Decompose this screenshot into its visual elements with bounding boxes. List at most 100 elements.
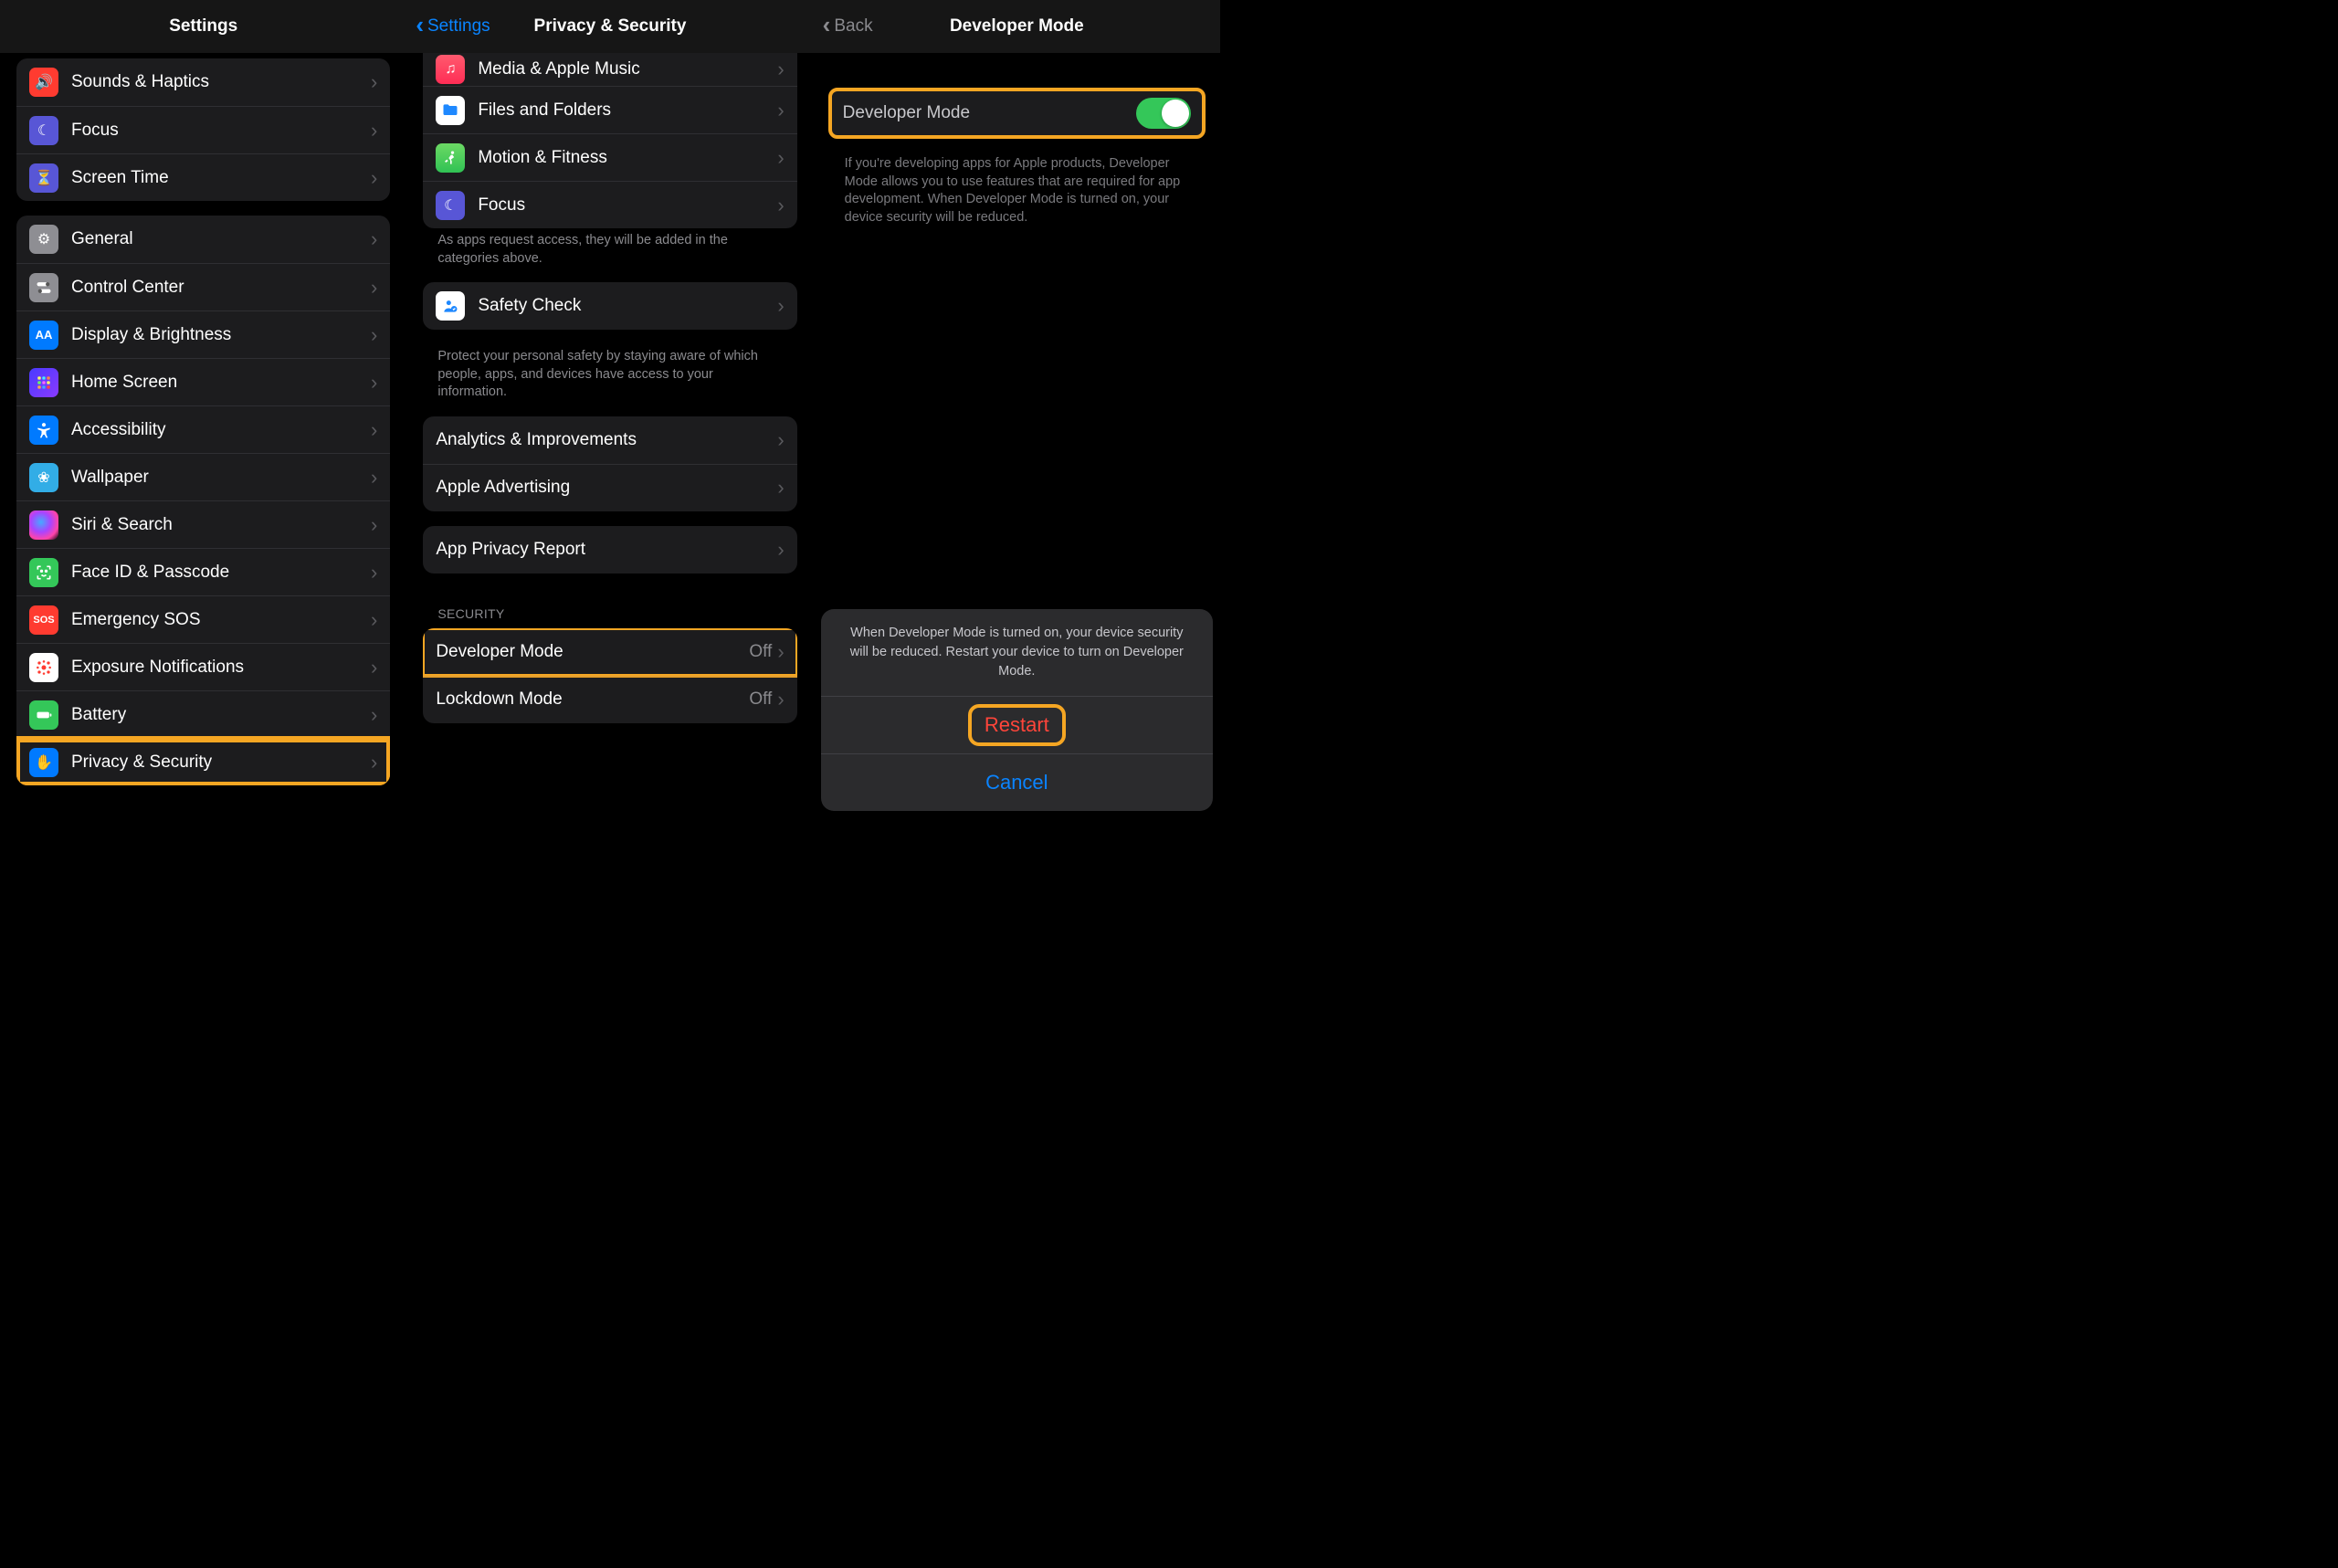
folder-icon — [436, 96, 465, 125]
devmode-toggle-group: Developer Mode — [830, 89, 1204, 137]
row-accessibility[interactable]: Accessibility › — [16, 405, 390, 453]
label-general: General — [71, 229, 371, 249]
chevron-right-icon: › — [371, 466, 377, 489]
privacy-scroll[interactable]: ♫ Media & Apple Music › Files and Folder… — [406, 53, 813, 818]
row-screen-time[interactable]: ⏳ Screen Time › — [16, 153, 390, 201]
row-motion-fitness[interactable]: Motion & Fitness › — [423, 133, 796, 181]
chevron-right-icon: › — [371, 70, 377, 94]
row-wallpaper[interactable]: ❀ Wallpaper › — [16, 453, 390, 500]
row-display-brightness[interactable]: AA Display & Brightness › — [16, 310, 390, 358]
privacy-group-analytics: Analytics & Improvements › Apple Adverti… — [423, 416, 796, 511]
label-screen-time: Screen Time — [71, 168, 371, 188]
chevron-right-icon: › — [371, 276, 377, 300]
detail-developer-mode: Off — [749, 642, 772, 662]
privacy-group-access: ♫ Media & Apple Music › Files and Folder… — [423, 53, 796, 228]
privacy-group-safety: Safety Check › — [423, 282, 796, 330]
row-general[interactable]: ⚙ General › — [16, 216, 390, 263]
back-button[interactable]: ‹ Back — [823, 15, 873, 38]
speaker-icon: 🔊 — [29, 68, 58, 97]
moon-icon: ☾ — [29, 116, 58, 145]
siri-icon — [29, 510, 58, 540]
safety-footer: Protect your personal safety by staying … — [406, 344, 813, 402]
restart-sheet-backdrop: When Developer Mode is turned on, your d… — [814, 602, 1220, 818]
row-home-screen[interactable]: Home Screen › — [16, 358, 390, 405]
label-developer-mode: Developer Mode — [436, 642, 749, 662]
row-focus-privacy[interactable]: ☾ Focus › — [423, 181, 796, 228]
row-apple-advertising[interactable]: Apple Advertising › — [423, 464, 796, 511]
settings-group-main: ⚙ General › Control Center › AA Display … — [16, 216, 390, 785]
moon-icon: ☾ — [436, 191, 465, 220]
label-control-center: Control Center — [71, 278, 371, 298]
nav-title-settings: Settings — [169, 16, 237, 37]
switches-icon — [29, 273, 58, 302]
label-focus2: Focus — [478, 195, 777, 216]
chevron-left-icon: ‹ — [416, 13, 424, 37]
row-focus[interactable]: ☾ Focus › — [16, 106, 390, 153]
label-focus: Focus — [71, 121, 371, 141]
chevron-right-icon: › — [371, 703, 377, 727]
label-faceid: Face ID & Passcode — [71, 563, 371, 583]
chevron-right-icon: › — [777, 146, 784, 170]
label-report: App Privacy Report — [436, 540, 777, 560]
privacy-group-security: Developer Mode Off › Lockdown Mode Off › — [423, 628, 796, 723]
row-developer-mode[interactable]: Developer Mode Off › — [423, 628, 796, 676]
label-analytics: Analytics & Improvements — [436, 430, 777, 450]
label-lockdown: Lockdown Mode — [436, 689, 749, 710]
label-privacy: Privacy & Security — [71, 752, 371, 773]
flower-icon: ❀ — [29, 463, 58, 492]
label-home-screen: Home Screen — [71, 373, 371, 393]
row-exposure-notifications[interactable]: Exposure Notifications › — [16, 643, 390, 690]
nav-title-devmode: Developer Mode — [950, 16, 1084, 37]
row-control-center[interactable]: Control Center › — [16, 263, 390, 310]
label-display: Display & Brightness — [71, 325, 371, 345]
settings-group-top: 🔊 Sounds & Haptics › ☾ Focus › ⏳ Screen … — [16, 58, 390, 201]
label-devmode-toggle: Developer Mode — [843, 103, 1136, 123]
chevron-right-icon: › — [371, 608, 377, 632]
row-emergency-sos[interactable]: SOS Emergency SOS › — [16, 595, 390, 643]
nav-bar-settings: Settings — [0, 0, 406, 53]
chevron-right-icon: › — [777, 58, 784, 81]
nav-title-privacy: Privacy & Security — [534, 16, 687, 37]
cancel-button[interactable]: Cancel — [821, 753, 1213, 811]
accessibility-icon — [29, 416, 58, 445]
label-safety: Safety Check — [478, 296, 777, 316]
label-wallpaper: Wallpaper — [71, 468, 371, 488]
row-siri-search[interactable]: Siri & Search › — [16, 500, 390, 548]
row-battery[interactable]: Battery › — [16, 690, 390, 738]
chevron-left-icon: ‹ — [823, 13, 831, 37]
access-footer: As apps request access, they will be add… — [406, 228, 813, 268]
restart-label: Restart — [977, 713, 1057, 737]
label-sos: Emergency SOS — [71, 610, 371, 630]
row-app-privacy-report[interactable]: App Privacy Report › — [423, 526, 796, 574]
chevron-right-icon: › — [371, 371, 377, 395]
restart-button[interactable]: Restart — [821, 696, 1213, 753]
grid-icon — [29, 368, 58, 397]
gear-icon: ⚙ — [29, 225, 58, 254]
back-label: Settings — [427, 16, 490, 37]
row-face-id[interactable]: Face ID & Passcode › — [16, 548, 390, 595]
row-files-folders[interactable]: Files and Folders › — [423, 86, 796, 133]
chevron-right-icon: › — [777, 428, 784, 452]
row-privacy-security[interactable]: ✋ Privacy & Security › — [16, 738, 390, 785]
back-label: Back — [834, 16, 872, 37]
label-files: Files and Folders — [478, 100, 777, 121]
hourglass-icon: ⏳ — [29, 163, 58, 193]
person-check-icon — [436, 291, 465, 321]
restart-sheet: When Developer Mode is turned on, your d… — [821, 609, 1213, 811]
chevron-right-icon: › — [371, 751, 377, 774]
row-analytics[interactable]: Analytics & Improvements › — [423, 416, 796, 464]
settings-scroll[interactable]: 🔊 Sounds & Haptics › ☾ Focus › ⏳ Screen … — [0, 53, 406, 818]
row-safety-check[interactable]: Safety Check › — [423, 282, 796, 330]
back-to-settings-button[interactable]: ‹ Settings — [416, 15, 490, 38]
row-media-apple-music[interactable]: ♫ Media & Apple Music › — [423, 53, 796, 86]
devmode-scroll[interactable]: Developer Mode If you're developing apps… — [814, 53, 1220, 818]
chevron-right-icon: › — [371, 513, 377, 537]
battery-icon — [29, 700, 58, 730]
chevron-right-icon: › — [371, 656, 377, 679]
row-devmode-toggle[interactable]: Developer Mode — [830, 89, 1204, 137]
faceid-icon — [29, 558, 58, 587]
chevron-right-icon: › — [371, 323, 377, 347]
devmode-toggle[interactable] — [1136, 98, 1191, 129]
row-sounds-haptics[interactable]: 🔊 Sounds & Haptics › — [16, 58, 390, 106]
row-lockdown-mode[interactable]: Lockdown Mode Off › — [423, 676, 796, 723]
